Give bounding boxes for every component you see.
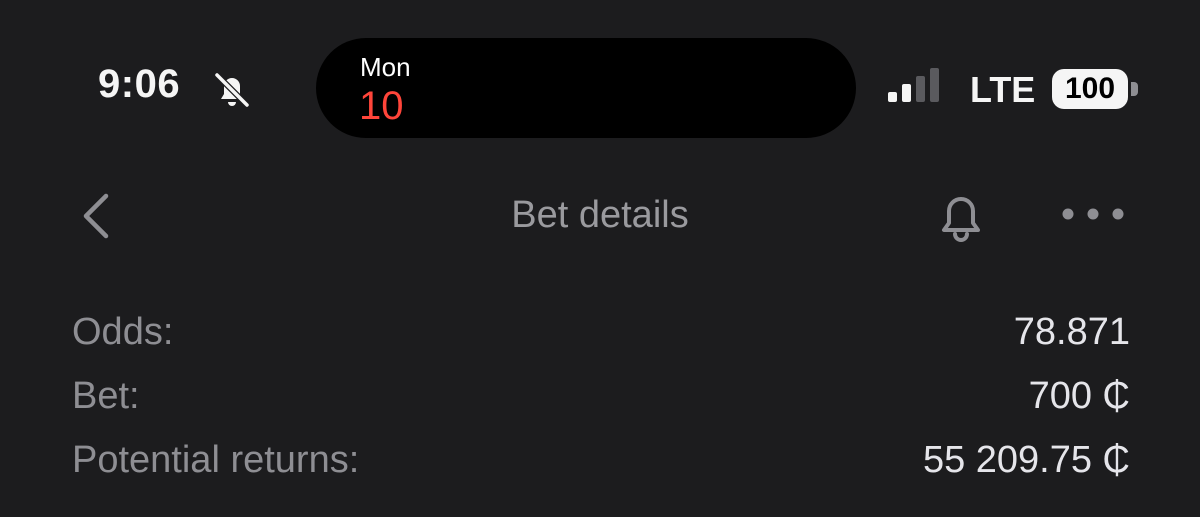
dynamic-island[interactable]: Mon 10: [316, 38, 856, 138]
potential-returns-label: Potential returns:: [72, 439, 360, 481]
bell-icon: [942, 197, 980, 242]
more-horizontal-icon: [1062, 208, 1124, 220]
potential-returns-value: 55 209.75 ₵: [922, 439, 1130, 481]
page-title: Bet details: [511, 194, 689, 236]
more-button[interactable]: [1058, 196, 1128, 232]
cellular-signal-icon: [888, 68, 939, 102]
notifications-button[interactable]: [930, 186, 992, 248]
battery-nub: [1131, 82, 1138, 96]
bet-row: Bet: 700 ₵: [72, 374, 1130, 424]
status-time: 9:06: [98, 62, 181, 106]
island-day: Mon: [360, 52, 411, 82]
network-label: LTE: [970, 69, 1036, 110]
battery-indicator: 100: [1052, 69, 1128, 109]
odds-label: Odds:: [72, 311, 174, 353]
bet-value: 700 ₵: [1028, 375, 1130, 417]
bell-slash-icon: [213, 71, 251, 109]
island-date: 10: [359, 84, 404, 128]
odds-value: 78.871: [1013, 311, 1130, 353]
potential-returns-row: Potential returns: 55 209.75 ₵: [72, 438, 1130, 488]
bet-label: Bet:: [72, 375, 140, 417]
odds-row: Odds: 78.871: [72, 310, 1130, 360]
